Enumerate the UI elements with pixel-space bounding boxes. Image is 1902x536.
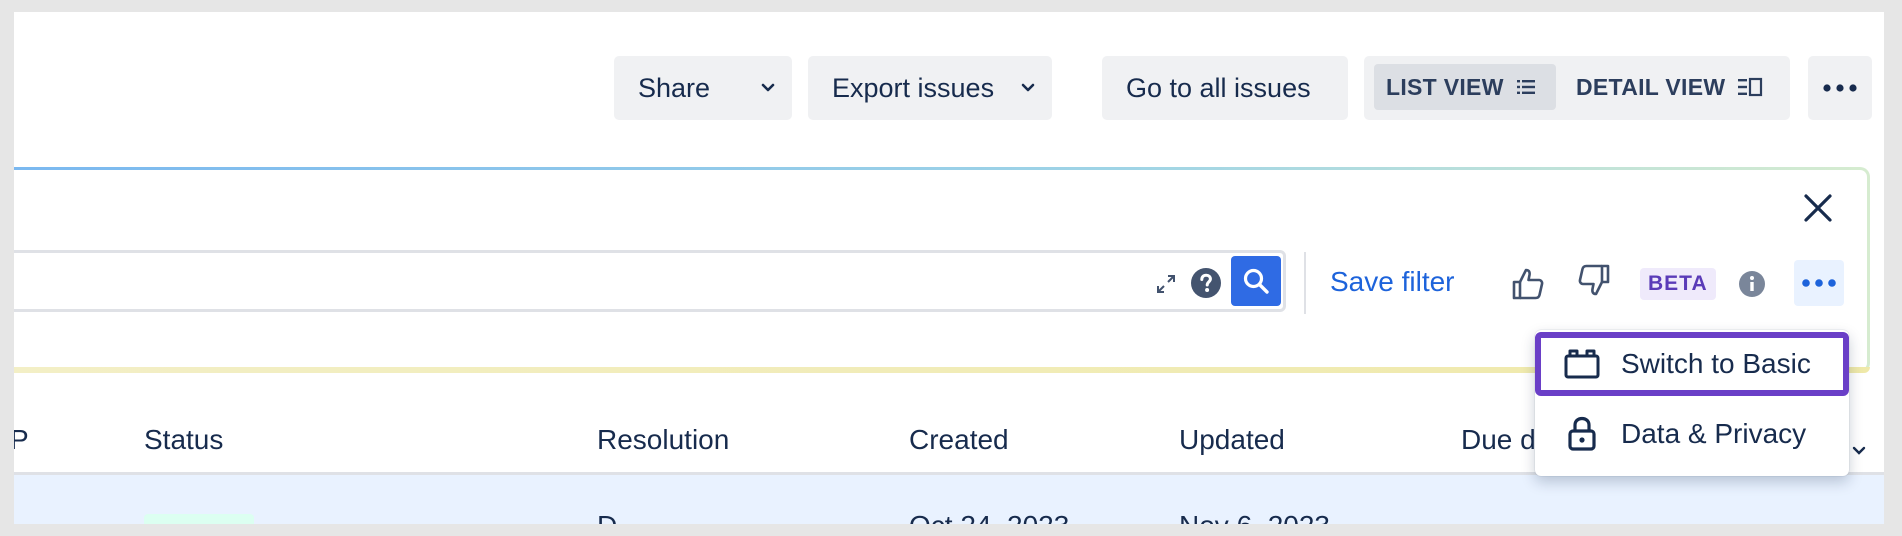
- chevron-down-icon: [1018, 78, 1038, 98]
- column-header-p[interactable]: P: [14, 424, 29, 456]
- chevron-down-icon: [1848, 440, 1870, 462]
- export-issues-button[interactable]: Export issues: [808, 56, 1052, 120]
- thumbs-down-icon[interactable]: [1574, 260, 1614, 300]
- go-to-all-issues-label: Go to all issues: [1126, 72, 1311, 103]
- lock-icon: [1561, 416, 1603, 452]
- detail-view-button[interactable]: DETAIL VIEW: [1564, 64, 1780, 110]
- cell-updated: Nov 6, 2023: [1179, 510, 1330, 524]
- chevron-down-icon: [758, 78, 778, 98]
- basic-mode-icon: [1561, 346, 1603, 382]
- more-icon: [1822, 83, 1858, 93]
- close-icon[interactable]: [1800, 190, 1836, 226]
- detail-view-icon: [1737, 77, 1763, 97]
- more-icon: [1802, 279, 1836, 287]
- issue-navigator: Share Export issues Go to all issues LIS…: [14, 12, 1884, 524]
- share-button[interactable]: Share: [614, 56, 792, 120]
- search-icon: [1243, 268, 1269, 294]
- cell-created: Oct 24, 2023: [909, 510, 1069, 524]
- view-switcher: LIST VIEW DETAIL VIEW: [1364, 56, 1790, 120]
- expand-icon[interactable]: [1152, 270, 1180, 298]
- more-actions-button[interactable]: [1808, 56, 1872, 120]
- list-view-label: LIST VIEW: [1386, 73, 1504, 100]
- save-filter-button[interactable]: Save filter: [1330, 266, 1455, 298]
- beta-label: BETA: [1648, 272, 1708, 295]
- detail-view-label: DETAIL VIEW: [1576, 73, 1726, 100]
- thumbs-up-icon[interactable]: [1508, 264, 1548, 304]
- status-badge: [144, 514, 254, 524]
- data-privacy-label: Data & Privacy: [1621, 418, 1807, 449]
- column-header-updated[interactable]: Updated: [1179, 424, 1285, 456]
- help-icon[interactable]: [1190, 267, 1222, 299]
- list-view-button[interactable]: LIST VIEW: [1374, 64, 1556, 110]
- list-icon: [1516, 78, 1536, 96]
- share-label: Share: [638, 72, 711, 103]
- column-header-resolution[interactable]: Resolution: [597, 424, 729, 456]
- toolbar-divider: [1304, 252, 1306, 314]
- jql-more-menu: Switch to Basic Data & Privacy: [1535, 330, 1849, 476]
- jql-more-button[interactable]: [1794, 260, 1844, 306]
- search-button[interactable]: [1231, 256, 1281, 306]
- beta-badge: BETA: [1640, 268, 1716, 300]
- menu-item-switch-to-basic[interactable]: Switch to Basic: [1535, 332, 1849, 396]
- column-header-status[interactable]: Status: [144, 424, 223, 456]
- switch-to-basic-label: Switch to Basic: [1621, 348, 1811, 379]
- cell-resolution: D: [597, 510, 617, 524]
- go-to-all-issues-button[interactable]: Go to all issues: [1102, 56, 1348, 120]
- column-header-due-date[interactable]: Due d: [1461, 424, 1536, 456]
- info-icon[interactable]: [1738, 270, 1766, 298]
- export-issues-label: Export issues: [832, 72, 995, 103]
- jql-search-input[interactable]: [14, 250, 1286, 312]
- menu-item-data-privacy[interactable]: Data & Privacy: [1535, 402, 1849, 466]
- column-header-created[interactable]: Created: [909, 424, 1009, 456]
